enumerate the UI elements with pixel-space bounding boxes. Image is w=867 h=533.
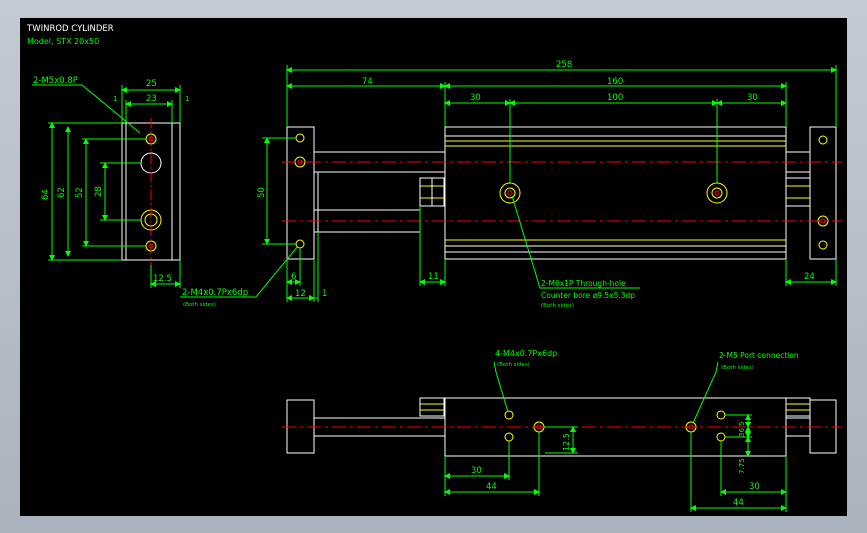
- dim-label: 12: [295, 289, 306, 299]
- dim-label: 30: [747, 93, 758, 103]
- dim-label: 64: [41, 189, 51, 200]
- callout-leader: [692, 361, 719, 424]
- dim-label: 74: [362, 77, 373, 87]
- cad-drawing: TWINROD CYLINDER Model, STX 20x50 2-M5x0…: [26, 24, 842, 512]
- dim-label: 30: [471, 466, 482, 476]
- tap-hole-icon: [818, 240, 828, 250]
- dim-label: 30: [470, 93, 481, 103]
- dim-label: 23: [146, 94, 157, 104]
- callout-leader: [32, 84, 141, 134]
- tap-hole-icon: [820, 218, 826, 224]
- dim-label: 1: [185, 95, 189, 103]
- dim-label: 11: [428, 272, 439, 282]
- hex-nut-left: [419, 397, 445, 417]
- dim-label: 44: [486, 482, 497, 492]
- callout-through-note: (Both sides): [541, 303, 574, 309]
- cylinder-body: [444, 126, 787, 260]
- through-hole-icon: [711, 187, 723, 199]
- through-hole-icon: [504, 187, 516, 199]
- dim-label: 7.75: [738, 458, 746, 474]
- dim-label: 62: [57, 187, 67, 198]
- dim-label: 36: [738, 428, 746, 437]
- dim-label: 5: [738, 422, 746, 426]
- dim-label: 50: [257, 187, 267, 198]
- dim-label: 160: [607, 77, 623, 87]
- hex-nut-right: [785, 177, 811, 207]
- model-label: Model, STX 20x50: [27, 37, 99, 46]
- end-plate-left: [286, 126, 315, 260]
- callout-m4-label: 4-M4x0.7Px6dp: [495, 349, 557, 358]
- end-plate-right: [809, 126, 837, 260]
- callout-m5-label: 2-M5 Port connection: [719, 351, 799, 360]
- dim-label: 1: [113, 95, 117, 103]
- tap-hole-icon: [716, 410, 726, 420]
- through-hole-icon: [499, 182, 521, 204]
- tap-hole-icon: [295, 133, 305, 143]
- front-view: 258 74 160 30 100 30 50 6 12 1 11 24 2-M…: [180, 60, 842, 309]
- dim-label: 1: [322, 289, 327, 299]
- drawing-canvas[interactable]: TWINROD CYLINDER Model, STX 20x50 2-M5x0…: [20, 18, 847, 516]
- hex-nut-right: [785, 397, 811, 417]
- callout-m5-note: (Both sides): [721, 365, 754, 371]
- drawing-title: TWINROD CYLINDER: [26, 24, 114, 34]
- tap-hole-icon: [716, 432, 726, 442]
- rod-collar: [313, 171, 319, 233]
- through-hole-icon: [714, 190, 720, 196]
- side-view: 2-M5x0.8P 25 23 1 1 64 62 52 28 12.5: [32, 76, 189, 288]
- dim-label: 44: [733, 498, 744, 508]
- dim-label: 12.5: [153, 274, 172, 284]
- dim-label: 24: [804, 272, 815, 282]
- callout-endplate-label: 2-M4x0.7Px6dp: [182, 288, 248, 298]
- callout-through-label: 2-M6x1P Through-hole: [541, 279, 626, 288]
- through-hole-icon: [507, 190, 513, 196]
- dim-label: 100: [607, 93, 623, 103]
- callout-port-label: 2-M5x0.8P: [33, 76, 78, 86]
- dim-label: 30: [749, 482, 760, 492]
- tap-hole-icon: [818, 135, 828, 145]
- tap-hole-icon: [504, 432, 514, 442]
- top-view: 4-M4x0.7Px6dp (Both sides) 2-M5 Port con…: [282, 349, 842, 512]
- dim-label: 52: [75, 187, 85, 198]
- callout-counterbore-label: Counter bore ø9.5x5.3dp: [541, 291, 635, 300]
- dim-label: 258: [556, 60, 572, 70]
- callout-m4-note: (Both sides): [497, 362, 530, 368]
- through-hole-icon: [706, 182, 728, 204]
- callout-leader: [493, 361, 509, 413]
- dim-label: 28: [94, 186, 104, 197]
- dim-label: 12.5: [562, 433, 571, 451]
- callout-endplate-note: (Both sides): [183, 302, 216, 308]
- dim-label: 6: [291, 272, 296, 282]
- callout-leader: [511, 195, 640, 289]
- cad-application-window: TWINROD CYLINDER Model, STX 20x50 2-M5x0…: [0, 0, 867, 533]
- dim-label: 25: [146, 79, 157, 89]
- tap-hole-icon: [504, 410, 514, 420]
